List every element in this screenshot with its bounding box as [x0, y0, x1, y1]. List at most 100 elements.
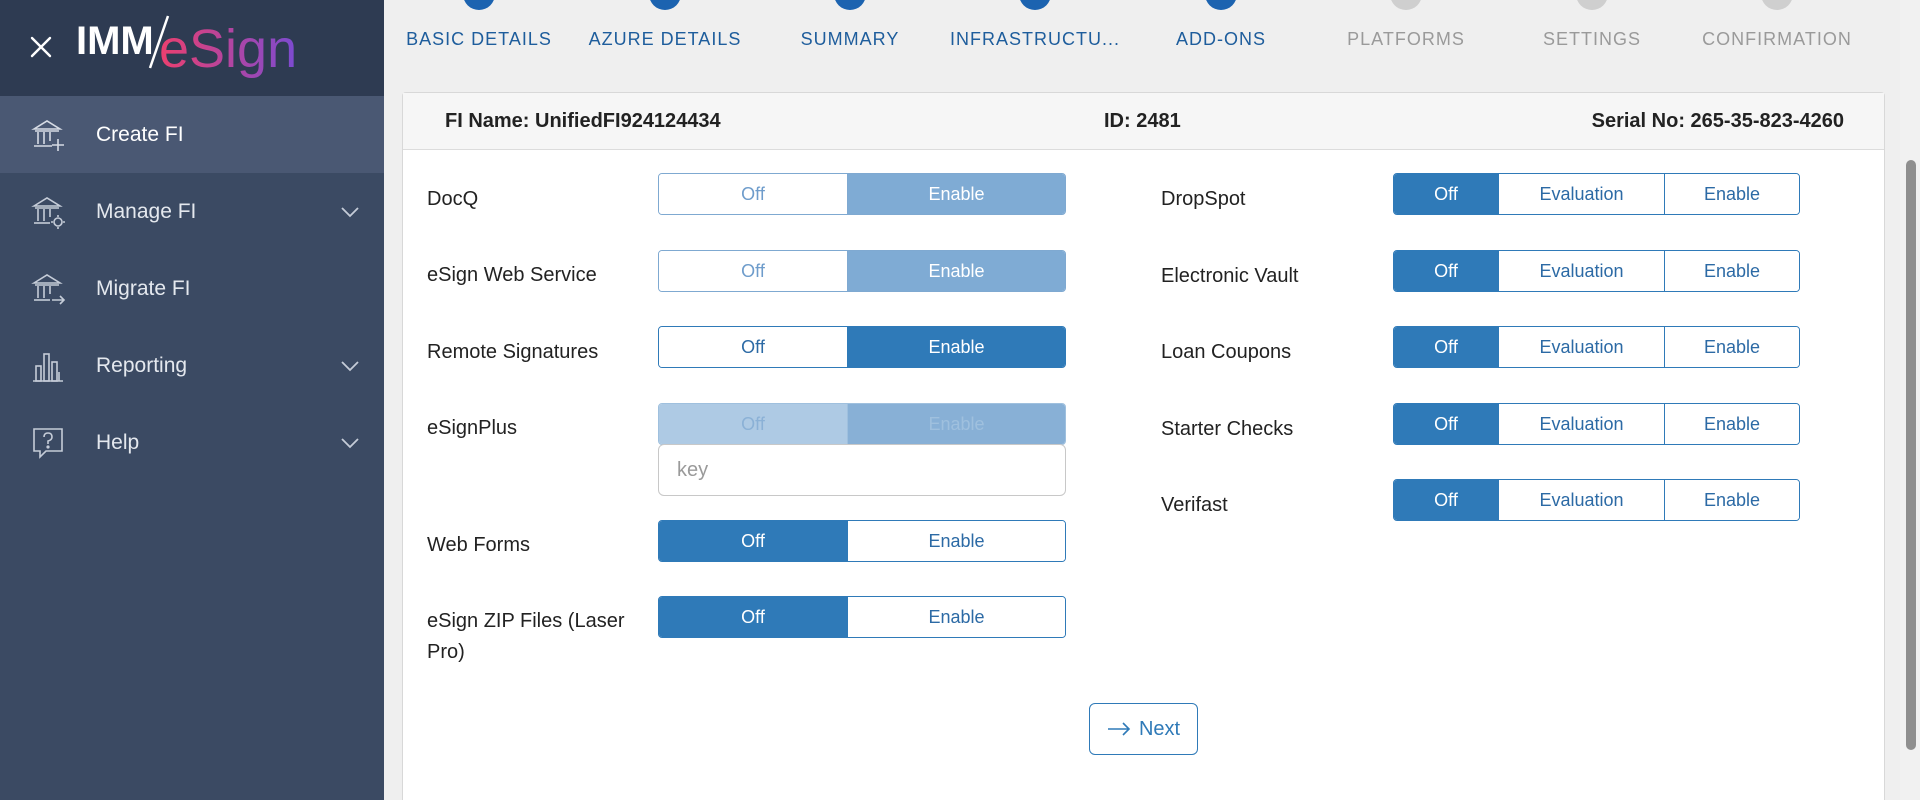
- option-evaluation[interactable]: Evaluation: [1498, 327, 1664, 367]
- sidebar-item-label: Reporting: [96, 353, 188, 377]
- arrow-right-icon: [1107, 722, 1131, 736]
- option-enable[interactable]: Enable: [847, 597, 1065, 637]
- fi-name: FI Name: UnifiedFI924124434: [445, 110, 721, 132]
- option-off[interactable]: Off: [1394, 251, 1498, 291]
- addon-label-dropspot: DropSpot: [1161, 188, 1246, 210]
- step-dot: [1576, 0, 1608, 10]
- fi-serial-number: Serial No: 265-35-823-4260: [1591, 110, 1844, 132]
- scrollbar-thumb[interactable]: [1906, 160, 1916, 750]
- option-off[interactable]: Off: [1394, 327, 1498, 367]
- addon-label-starter-checks: Starter Checks: [1161, 418, 1294, 440]
- option-off: Off: [659, 404, 847, 444]
- esignplus-key-input[interactable]: [658, 444, 1066, 496]
- option-evaluation[interactable]: Evaluation: [1498, 480, 1664, 520]
- sidebar-item-label: Migrate FI: [96, 276, 191, 300]
- toggle-electronic-vault: Off Evaluation Enable: [1393, 250, 1800, 292]
- step-label: PLATFORMS: [1347, 29, 1465, 49]
- toggle-docq: Off Enable: [658, 173, 1066, 215]
- sidebar-item-label: Manage FI: [96, 199, 197, 223]
- option-off[interactable]: Off: [659, 251, 847, 291]
- addon-label-loan-coupons: Loan Coupons: [1161, 341, 1292, 363]
- step-dot: [1019, 0, 1051, 10]
- addon-label-electronic-vault: Electronic Vault: [1161, 265, 1299, 287]
- sidebar-item-manage-fi[interactable]: Manage FI: [0, 173, 384, 250]
- toggle-dropspot: Off Evaluation Enable: [1393, 173, 1800, 215]
- page-scrollbar[interactable]: [1900, 0, 1920, 800]
- option-off[interactable]: Off: [659, 327, 847, 367]
- toggle-web-forms: Off Enable: [658, 520, 1066, 562]
- bank-gear-icon: [31, 196, 65, 229]
- step-label: SETTINGS: [1542, 29, 1641, 49]
- sidebar-item-help[interactable]: Help: [0, 404, 384, 481]
- step-label: BASIC DETAILS: [406, 29, 552, 49]
- next-button[interactable]: Next: [1089, 703, 1198, 755]
- bank-plus-icon: [31, 119, 64, 151]
- addon-label-web-forms: Web Forms: [427, 534, 530, 556]
- step-label: SUMMARY: [800, 29, 900, 49]
- sidebar-item-label: Help: [96, 430, 140, 454]
- bar-chart-icon: [33, 352, 63, 382]
- option-enable[interactable]: Enable: [1664, 327, 1799, 367]
- chevron-down-icon: [341, 360, 359, 371]
- step-dot: [649, 0, 681, 10]
- step-dot: [1205, 0, 1237, 10]
- sidebar-item-label: Create FI: [96, 122, 184, 146]
- sidebar-item-create-fi[interactable]: Create FI: [0, 96, 384, 173]
- bank-arrow-icon: [31, 273, 66, 305]
- option-enable[interactable]: Enable: [847, 327, 1065, 367]
- addon-label-docq: DocQ: [427, 188, 479, 210]
- option-evaluation[interactable]: Evaluation: [1498, 404, 1664, 444]
- step-label: ADD-ONS: [1175, 29, 1266, 49]
- step-label: CONFIRMATION: [1702, 29, 1852, 49]
- toggle-starter-checks: Off Evaluation Enable: [1393, 403, 1800, 445]
- addon-label-esign-web-service: eSign Web Service: [427, 264, 597, 286]
- step-label: AZURE DETAILS: [588, 29, 742, 49]
- step-dot: [834, 0, 866, 10]
- sidebar: IMM eSign Create FI Manage FI Migrate FI: [0, 0, 384, 800]
- step-dot: [1390, 0, 1422, 10]
- option-evaluation[interactable]: Evaluation: [1498, 174, 1664, 214]
- chevron-down-icon: [341, 206, 359, 217]
- option-off[interactable]: Off: [659, 521, 847, 561]
- step-dot: [463, 0, 495, 10]
- help-bubble-icon: [33, 427, 63, 459]
- chevron-down-icon: [341, 437, 359, 448]
- close-icon[interactable]: [29, 35, 53, 59]
- toggle-remote-signatures: Off Enable: [658, 326, 1066, 368]
- toggle-esign-web-service: Off Enable: [658, 250, 1066, 292]
- fi-info-header: FI Name: UnifiedFI924124434 ID: 2481 Ser…: [403, 93, 1884, 150]
- sidebar-item-reporting[interactable]: Reporting: [0, 327, 384, 404]
- option-off[interactable]: Off: [1394, 480, 1498, 520]
- option-off[interactable]: Off: [659, 597, 847, 637]
- addon-label-remote-signatures: Remote Signatures: [427, 341, 599, 363]
- step-label: INFRASTRUCTU...: [950, 29, 1120, 49]
- option-enable[interactable]: Enable: [847, 521, 1065, 561]
- fi-id: ID: 2481: [1104, 110, 1181, 132]
- toggle-verifast: Off Evaluation Enable: [1393, 479, 1800, 521]
- sidebar-item-migrate-fi[interactable]: Migrate FI: [0, 250, 384, 327]
- svg-text:IMM: IMM: [76, 19, 154, 63]
- imm-esign-logo: IMM eSign: [76, 15, 297, 79]
- svg-text:eSign: eSign: [159, 19, 297, 79]
- toggle-esign-zip-files-laser-pro: Off Enable: [658, 596, 1066, 638]
- option-off[interactable]: Off: [1394, 404, 1498, 444]
- option-evaluation[interactable]: Evaluation: [1498, 251, 1664, 291]
- option-off[interactable]: Off: [659, 174, 847, 214]
- option-enable[interactable]: Enable: [1664, 480, 1799, 520]
- option-enable: Enable: [847, 404, 1065, 444]
- addon-label-esign-zip-files-laser-pro: eSign ZIP Files (Laser Pro): [427, 610, 625, 663]
- next-button-label: Next: [1138, 717, 1181, 740]
- option-off[interactable]: Off: [1394, 174, 1498, 214]
- option-enable[interactable]: Enable: [1664, 174, 1799, 214]
- option-enable[interactable]: Enable: [847, 174, 1065, 214]
- addon-label-esignplus: eSignPlus: [427, 417, 518, 439]
- option-enable[interactable]: Enable: [847, 251, 1065, 291]
- sidebar-header: IMM eSign: [0, 0, 384, 96]
- option-enable[interactable]: Enable: [1664, 251, 1799, 291]
- option-enable[interactable]: Enable: [1664, 404, 1799, 444]
- toggle-esignplus: Off Enable: [658, 403, 1066, 445]
- wizard-stepper: BASIC DETAILS AZURE DETAILS SUMMARY INFR…: [384, 0, 1900, 80]
- addon-label-verifast: Verifast: [1161, 494, 1228, 516]
- toggle-loan-coupons: Off Evaluation Enable: [1393, 326, 1800, 368]
- step-dot: [1761, 0, 1793, 10]
